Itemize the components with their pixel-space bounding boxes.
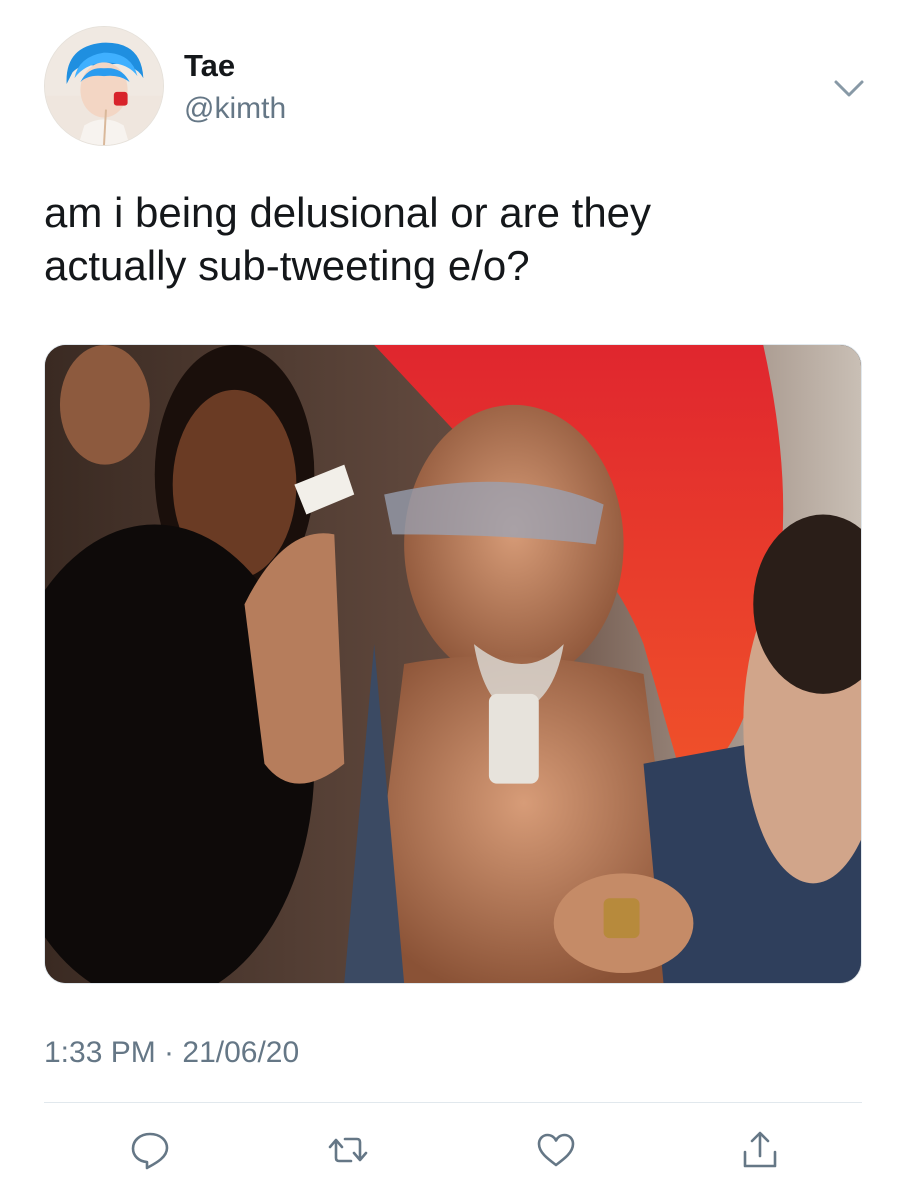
like-button[interactable] [532,1126,580,1174]
tweet-timestamp[interactable]: 1:33 PM · 21/06/20 [44,1036,299,1070]
avatar[interactable] [44,26,164,146]
heart-icon [537,1133,575,1167]
share-upload-icon [743,1131,777,1168]
tweet-text-line: am i being delusional or are they [44,189,652,236]
tweet-action-bar [0,1118,907,1188]
photo-image [45,345,861,983]
tweet-media-photo[interactable] [44,344,862,984]
retweet-button[interactable] [324,1126,372,1174]
retweet-arrows-icon [328,1137,368,1163]
share-button[interactable] [736,1126,784,1174]
reply-button[interactable] [126,1126,174,1174]
speech-bubble-icon [131,1132,169,1170]
display-name[interactable]: Tae [184,48,235,84]
tweet-detail: Tae @kimth am i being delusional or are … [0,0,907,1200]
avatar-image [45,27,163,145]
tweet-text-line: actually sub-tweeting e/o? [44,242,530,289]
user-handle[interactable]: @kimth [184,92,286,126]
divider [44,1102,862,1103]
chevron-down-icon[interactable] [832,76,866,102]
tweet-text: am i being delusional or are they actual… [44,186,864,292]
